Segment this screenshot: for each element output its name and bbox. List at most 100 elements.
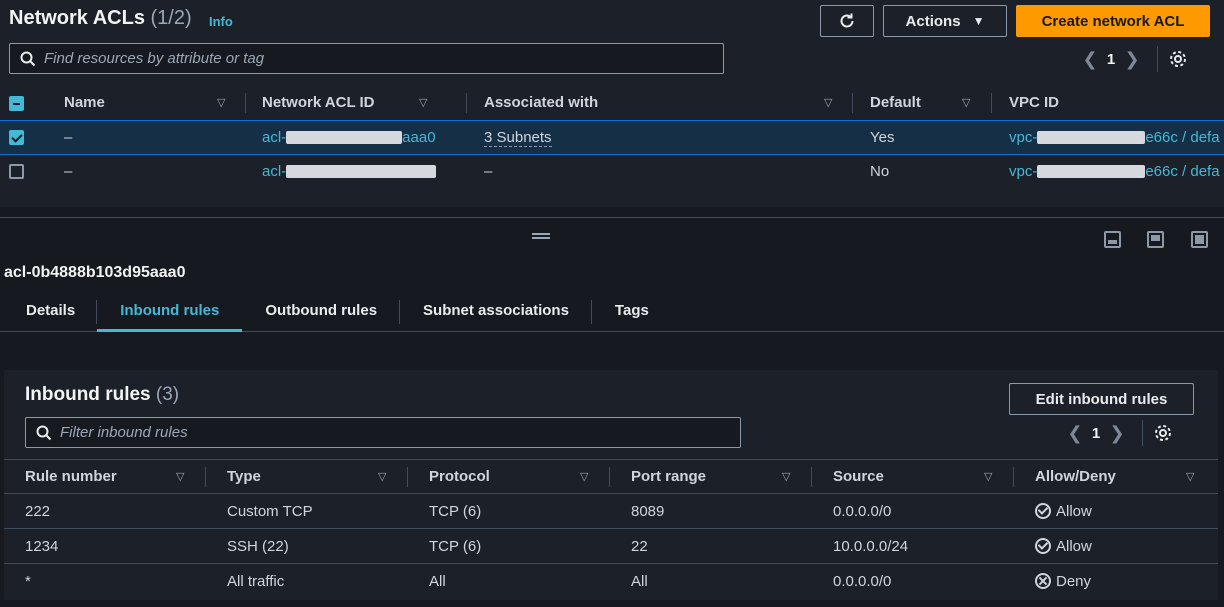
row-select-cell xyxy=(0,119,47,155)
network-acls-panel: Network ACLs (1/2) Info Actions ▼ Create… xyxy=(0,0,1224,207)
inbound-rules-table: Rule number ▽ Type ▽ Protocol ▽ Port range ▽… xyxy=(4,459,1218,599)
port-range-cell: All xyxy=(610,563,812,599)
table-row[interactable]: 222 Custom TCP TCP (6) 8089 0.0.0.0/0 Al… xyxy=(4,493,1218,529)
edit-inbound-rules-button[interactable]: Edit inbound rules xyxy=(1009,383,1194,415)
chevron-right-icon[interactable]: ❯ xyxy=(1117,49,1147,70)
filter-input[interactable] xyxy=(60,424,694,441)
split-panel-divider xyxy=(0,217,1224,218)
selection-count: (1/2) xyxy=(150,7,192,29)
sort-icon[interactable]: ▽ xyxy=(419,96,427,109)
column-header-vpc-id[interactable]: VPC ID xyxy=(992,86,1224,120)
column-header-type[interactable]: Type ▽ xyxy=(206,459,408,494)
vpc-id-cell: vpc-e66c / defa xyxy=(992,119,1224,155)
column-label: Associated with xyxy=(484,94,599,112)
page-number[interactable]: 1 xyxy=(1090,425,1102,442)
chevron-left-icon[interactable]: ❮ xyxy=(1060,423,1090,444)
sort-icon[interactable]: ▽ xyxy=(378,470,386,483)
row-checkbox[interactable] xyxy=(9,130,24,146)
column-label: VPC ID xyxy=(1009,94,1060,112)
caret-down-icon: ▼ xyxy=(972,14,985,28)
row-checkbox[interactable] xyxy=(9,164,24,180)
sort-icon[interactable]: ▽ xyxy=(984,470,992,483)
column-label: Default xyxy=(870,94,921,112)
actions-dropdown-button[interactable]: Actions ▼ xyxy=(883,5,1007,37)
column-label: Name xyxy=(64,94,105,112)
table-header-row: Name ▽ Network ACL ID ▽ Associated with ▽ D… xyxy=(0,86,1224,120)
column-label: Type xyxy=(227,468,261,485)
acl-id-prefix: acl- xyxy=(262,128,287,146)
vpc-id-link[interactable]: vpc-e66c / defa xyxy=(1009,129,1220,146)
rule-number-cell: 222 xyxy=(4,493,206,529)
column-label: Allow/Deny xyxy=(1035,468,1116,485)
pane-bottom-icon[interactable] xyxy=(1104,231,1121,248)
table-row[interactable]: – acl- – No vpc-e66c / defa xyxy=(0,153,1224,188)
pane-side-icon[interactable] xyxy=(1147,231,1164,248)
column-header-source[interactable]: Source ▽ xyxy=(812,459,1014,494)
search-icon xyxy=(36,425,52,440)
column-header-allow-deny[interactable]: Allow/Deny ▽ xyxy=(1014,459,1218,494)
drag-handle-icon[interactable] xyxy=(532,233,550,239)
port-range-cell: 22 xyxy=(610,528,812,564)
pane-full-icon[interactable] xyxy=(1191,231,1208,248)
settings-gear-icon[interactable] xyxy=(1153,423,1173,443)
associated-subnets-link[interactable]: 3 Subnets xyxy=(484,128,552,147)
column-header-name[interactable]: Name ▽ xyxy=(47,86,246,120)
sort-icon[interactable]: ▽ xyxy=(580,470,588,483)
column-header-protocol[interactable]: Protocol ▽ xyxy=(408,459,610,494)
vpc-id-suffix: e66c / defa xyxy=(1145,128,1220,146)
search-box[interactable] xyxy=(9,43,724,74)
vpc-id-link[interactable]: vpc-e66c / defa xyxy=(1009,163,1220,180)
search-input[interactable] xyxy=(44,50,677,67)
chevron-left-icon[interactable]: ❮ xyxy=(1075,49,1105,70)
redacted-block xyxy=(286,165,437,179)
page-title: Network ACLs (1/2) xyxy=(9,7,192,30)
sort-icon[interactable]: ▽ xyxy=(176,470,184,483)
filter-box[interactable] xyxy=(25,417,741,448)
tab-inbound-rules[interactable]: Inbound rules xyxy=(97,292,243,332)
sort-icon[interactable]: ▽ xyxy=(782,470,790,483)
page-title-text: Network ACLs xyxy=(9,7,145,29)
refresh-button[interactable] xyxy=(820,5,874,37)
table-row[interactable]: * All traffic All All 0.0.0.0/0 Deny xyxy=(4,563,1218,599)
tab-details[interactable]: Details xyxy=(0,292,98,332)
column-header-port-range[interactable]: Port range ▽ xyxy=(610,459,812,494)
rule-number-cell: 1234 xyxy=(4,528,206,564)
redacted-block xyxy=(286,131,403,145)
acl-id-link[interactable]: acl-aaa0 xyxy=(262,129,436,146)
create-network-acl-button[interactable]: Create network ACL xyxy=(1016,5,1210,37)
chevron-right-icon[interactable]: ❯ xyxy=(1102,423,1132,444)
column-label: Protocol xyxy=(429,468,490,485)
sort-icon[interactable]: ▽ xyxy=(1186,470,1194,483)
default-cell: Yes xyxy=(853,119,992,155)
select-all-checkbox[interactable] xyxy=(9,95,24,111)
sort-icon[interactable]: ▽ xyxy=(217,96,225,109)
tab-subnet-associations[interactable]: Subnet associations xyxy=(400,292,592,332)
sort-icon[interactable]: ▽ xyxy=(824,96,832,109)
column-header-acl-id[interactable]: Network ACL ID ▽ xyxy=(246,86,467,120)
type-cell: All traffic xyxy=(206,563,408,599)
protocol-cell: TCP (6) xyxy=(408,528,610,564)
inbound-pagination: ❮ 1 ❯ xyxy=(1060,420,1173,446)
tab-tags[interactable]: Tags xyxy=(592,292,672,332)
table-row[interactable]: – acl-aaa0 3 Subnets Yes vpc-e66c / defa xyxy=(0,119,1224,155)
inbound-title-text: Inbound rules xyxy=(25,384,151,405)
allow-deny-cell: Allow xyxy=(1014,493,1218,529)
tab-outbound-rules[interactable]: Outbound rules xyxy=(242,292,401,332)
column-label: Network ACL ID xyxy=(262,94,375,112)
inbound-rules-count: (3) xyxy=(155,384,180,405)
pager-divider xyxy=(1142,420,1143,446)
table-row[interactable]: 1234 SSH (22) TCP (6) 22 10.0.0.0/24 All… xyxy=(4,528,1218,564)
vpc-id-prefix: vpc- xyxy=(1009,128,1038,146)
acl-id-link[interactable]: acl- xyxy=(262,163,437,180)
inbound-rules-container: Inbound rules (3) Edit inbound rules ❮ 1… xyxy=(4,370,1218,600)
sort-icon[interactable]: ▽ xyxy=(962,96,970,109)
column-header-associated[interactable]: Associated with ▽ xyxy=(467,86,853,120)
column-header-rule-number[interactable]: Rule number ▽ xyxy=(4,459,206,494)
type-cell: SSH (22) xyxy=(206,528,408,564)
page-number[interactable]: 1 xyxy=(1105,51,1117,68)
info-link[interactable]: Info xyxy=(209,14,233,29)
protocol-cell: All xyxy=(408,563,610,599)
type-cell: Custom TCP xyxy=(206,493,408,529)
settings-gear-icon[interactable] xyxy=(1168,49,1188,69)
column-header-default[interactable]: Default ▽ xyxy=(853,86,992,120)
